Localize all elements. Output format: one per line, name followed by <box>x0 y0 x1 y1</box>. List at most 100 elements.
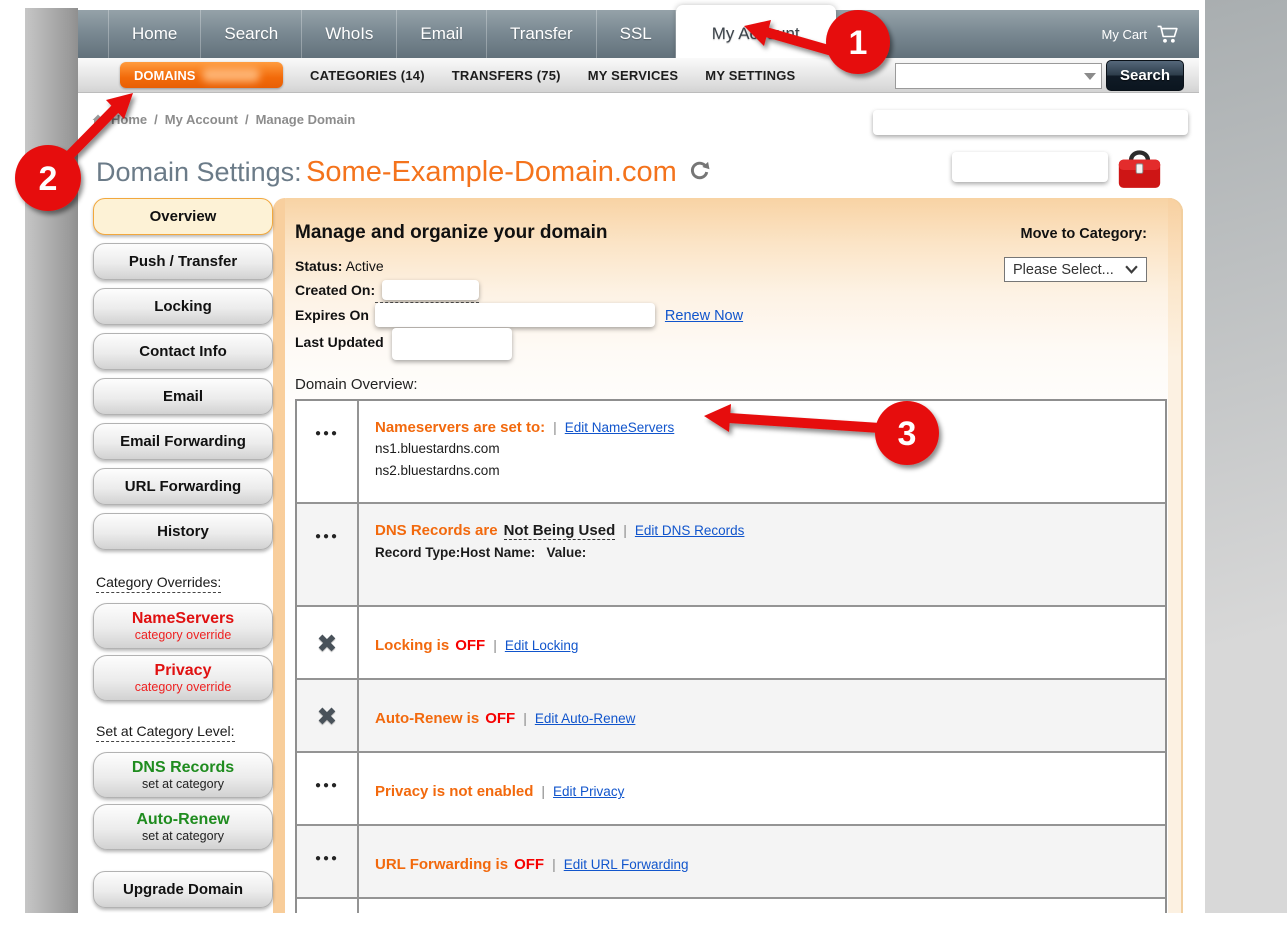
overview-row-nameservers: ●●● Nameservers are set to: | Edit NameS… <box>297 401 1165 504</box>
subnav-tab-transfers[interactable]: TRANSFERS (75) <box>452 68 561 83</box>
edit-nameservers-link[interactable]: Edit NameServers <box>565 420 675 435</box>
domain-search-input[interactable] <box>896 66 1084 86</box>
my-cart[interactable]: My Cart <box>1102 10 1182 58</box>
overview-panel: Manage and organize your domain Move to … <box>273 198 1183 913</box>
desktop-right-margin <box>1205 0 1287 913</box>
sidebar-tab-history[interactable]: History <box>93 513 273 550</box>
button-subtitle: category override <box>94 680 272 694</box>
sidebar-tab-overview[interactable]: Overview <box>93 198 273 235</box>
category-overrides-heading: Category Overrides: <box>96 574 221 593</box>
edit-privacy-link[interactable]: Edit Privacy <box>553 784 624 799</box>
redacted-domain-count <box>202 68 260 82</box>
nav-tab-whois[interactable]: WhoIs <box>302 10 397 58</box>
nav-tab-email[interactable]: Email <box>397 10 487 58</box>
separator: | <box>541 783 545 799</box>
button-title: DNS Records <box>94 758 272 777</box>
expires-line: Expires On Renew Now <box>295 303 1158 328</box>
toolbox-icon[interactable] <box>1116 145 1163 200</box>
button-title: Auto-Renew <box>94 810 272 829</box>
breadcrumb-separator: / <box>245 112 249 127</box>
button-subtitle: set at category <box>94 777 272 791</box>
page: Home Search WhoIs Email Transfer SSL My … <box>0 0 1287 931</box>
account-sub-navigation: DOMAINS CATEGORIES (14) TRANSFERS (75) M… <box>78 58 1199 93</box>
domain-overview-table: ●●● Nameservers are set to: | Edit NameS… <box>295 399 1167 931</box>
separator: | <box>523 710 527 726</box>
top-nav-tabs: Home Search WhoIs Email Transfer SSL My … <box>108 10 836 58</box>
subnav-tab-my-settings[interactable]: MY SETTINGS <box>705 68 795 83</box>
edit-auto-renew-link[interactable]: Edit Auto-Renew <box>535 711 636 726</box>
button-subtitle: category override <box>94 628 272 642</box>
row-title: URL Forwarding is <box>375 856 508 873</box>
sidebar-button-dns-records-category[interactable]: DNS Records set at category <box>93 752 273 798</box>
nav-tab-ssl[interactable]: SSL <box>597 10 676 58</box>
sidebar-button-auto-renew-category[interactable]: Auto-Renew set at category <box>93 804 273 850</box>
subnav-tab-categories[interactable]: CATEGORIES (14) <box>310 68 425 83</box>
sidebar-tab-locking[interactable]: Locking <box>93 288 273 325</box>
nav-tab-search[interactable]: Search <box>201 10 302 58</box>
nav-tab-transfer[interactable]: Transfer <box>487 10 597 58</box>
breadcrumb: Home / My Account / Manage Domain <box>92 112 355 127</box>
nameserver-2: ns2.bluestardns.com <box>375 462 1149 480</box>
refresh-icon[interactable] <box>689 160 710 186</box>
overview-row-privacy: ●●● Privacy is not enabled | Edit Privac… <box>297 753 1165 826</box>
overview-row-dns: ●●● DNS Records are Not Being Used | Edi… <box>297 504 1165 607</box>
dots-icon: ●●● <box>297 504 359 605</box>
combobox-dropdown-icon[interactable] <box>1084 73 1096 80</box>
move-to-category: Move to Category: Please Select... <box>1004 226 1147 282</box>
sidebar-tab-push-transfer[interactable]: Push / Transfer <box>93 243 273 280</box>
sidebar-tab-email[interactable]: Email <box>93 378 273 415</box>
home-icon <box>92 114 104 126</box>
page-bottom-margin <box>0 913 1287 931</box>
site-window: Home Search WhoIs Email Transfer SSL My … <box>78 10 1199 913</box>
overview-row-url-forwarding: ●●● URL Forwarding is OFF | Edit URL For… <box>297 826 1165 899</box>
status-label: Status: <box>295 258 342 274</box>
category-select-value: Please Select... <box>1013 262 1114 278</box>
redacted-created-date <box>382 280 479 300</box>
redacted-box <box>952 152 1108 182</box>
sidebar-button-nameservers-override[interactable]: NameServers category override <box>93 603 273 649</box>
expires-label: Expires On <box>295 307 369 323</box>
separator: | <box>553 419 557 435</box>
domain-overview-label: Domain Overview: <box>295 376 1158 393</box>
updated-line: Last Updated <box>295 328 1158 360</box>
move-to-category-label: Move to Category: <box>1004 226 1147 242</box>
domain-settings-sidebar: Overview Push / Transfer Locking Contact… <box>93 198 275 916</box>
button-subtitle: set at category <box>94 829 272 843</box>
status-value: Active <box>346 258 384 274</box>
sidebar-tab-contact-info[interactable]: Contact Info <box>93 333 273 370</box>
nameserver-1: ns1.bluestardns.com <box>375 440 1149 458</box>
row-title: Privacy is not enabled <box>375 783 533 800</box>
search-button[interactable]: Search <box>1106 60 1184 91</box>
domain-search-combobox[interactable] <box>895 63 1102 89</box>
breadcrumb-home[interactable]: Home <box>111 112 147 127</box>
redacted-updated-date <box>392 328 512 360</box>
sidebar-tab-email-forwarding[interactable]: Email Forwarding <box>93 423 273 460</box>
created-label: Created On: <box>295 282 375 298</box>
dots-icon: ●●● <box>297 401 359 502</box>
breadcrumb-my-account[interactable]: My Account <box>165 112 238 127</box>
page-title: Domain Settings: Some-Example-Domain.com <box>96 156 710 189</box>
nav-tab-home[interactable]: Home <box>108 10 201 58</box>
renew-now-link[interactable]: Renew Now <box>665 308 743 324</box>
row-status: OFF <box>455 637 485 654</box>
edit-locking-link[interactable]: Edit Locking <box>505 638 579 653</box>
button-title: Privacy <box>94 661 272 680</box>
sidebar-tab-url-forwarding[interactable]: URL Forwarding <box>93 468 273 505</box>
subnav-tab-my-services[interactable]: MY SERVICES <box>588 68 679 83</box>
nav-tab-my-account-active[interactable]: My Account <box>676 5 836 58</box>
row-title: Locking is <box>375 637 449 654</box>
breadcrumb-separator: / <box>154 112 158 127</box>
chevron-down-icon <box>1125 265 1138 274</box>
edit-dns-records-link[interactable]: Edit DNS Records <box>635 523 745 538</box>
desktop-left-margin <box>25 8 78 913</box>
row-title: DNS Records are <box>375 522 498 539</box>
row-title: Nameservers are set to: <box>375 419 545 436</box>
subnav-tab-domains-active[interactable]: DOMAINS <box>120 62 283 88</box>
category-select[interactable]: Please Select... <box>1004 257 1147 282</box>
domains-tab-label: DOMAINS <box>134 68 195 83</box>
sidebar-button-privacy-override[interactable]: Privacy category override <box>93 655 273 701</box>
upgrade-domain-button[interactable]: Upgrade Domain <box>93 871 273 908</box>
edit-url-forwarding-link[interactable]: Edit URL Forwarding <box>564 857 689 872</box>
set-at-category-heading: Set at Category Level: <box>96 723 235 742</box>
dots-icon: ●●● <box>297 753 359 824</box>
